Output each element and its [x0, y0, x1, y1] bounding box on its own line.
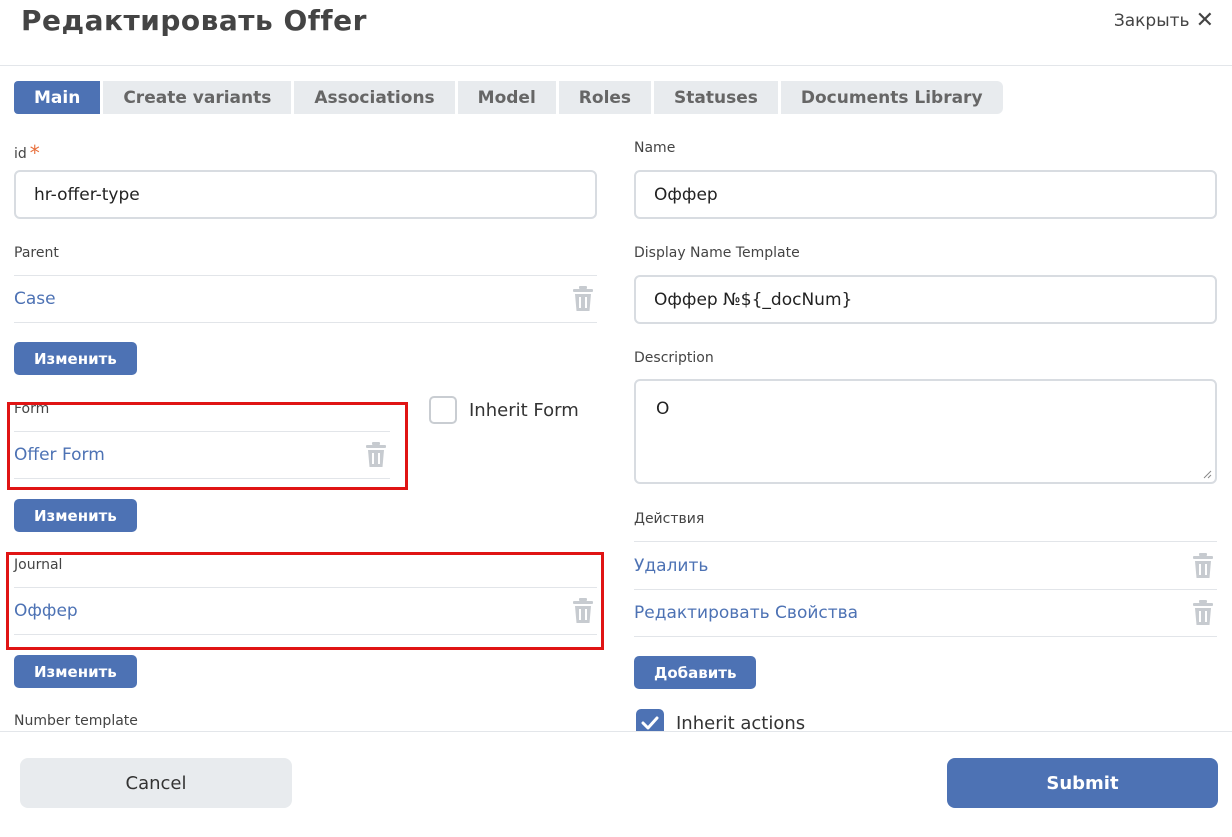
display-name-template-label: Display Name Template — [634, 245, 800, 261]
tab-main[interactable]: Main — [14, 81, 101, 114]
tab-statuses[interactable]: Statuses — [654, 81, 778, 114]
add-action-button[interactable]: Добавить — [634, 656, 757, 689]
trash-icon[interactable] — [1192, 552, 1214, 579]
inherit-form-box[interactable] — [429, 396, 457, 424]
close-icon[interactable]: ✕ — [1196, 10, 1214, 32]
tab-documents-library[interactable]: Documents Library — [780, 81, 1003, 114]
name-input[interactable]: Оффер — [634, 170, 1217, 219]
description-text: О — [656, 399, 670, 419]
form-highlight-box — [7, 402, 408, 490]
action-delete-link[interactable]: Удалить — [634, 556, 708, 576]
form-change-button[interactable]: Изменить — [14, 499, 137, 532]
tab-bar: Main Create variants Associations Model … — [14, 81, 1003, 114]
display-name-template-input[interactable]: Оффер №${_docNum} — [634, 275, 1217, 324]
parent-link[interactable]: Case — [14, 289, 56, 309]
tab-model[interactable]: Model — [457, 81, 556, 114]
parent-row: Case — [14, 275, 597, 323]
number-template-label: Number template — [14, 713, 138, 729]
page-title: Редактировать Offer — [21, 4, 367, 37]
parent-change-button[interactable]: Изменить — [14, 342, 137, 375]
trash-icon[interactable] — [1192, 600, 1214, 626]
id-input[interactable]: hr-offer-type — [14, 170, 597, 219]
tab-roles[interactable]: Roles — [558, 81, 652, 114]
modal-footer: Cancel Submit — [0, 731, 1232, 837]
action-edit-properties-link[interactable]: Редактировать Свойства — [634, 603, 858, 623]
id-label: id * — [14, 139, 40, 165]
tab-associations[interactable]: Associations — [294, 81, 455, 114]
action-row: Удалить — [634, 541, 1217, 589]
close-label: Закрыть — [1113, 11, 1190, 31]
checkmark-icon — [641, 716, 659, 730]
cancel-button[interactable]: Cancel — [20, 758, 292, 808]
description-textarea[interactable]: О — [634, 379, 1217, 484]
journal-change-button[interactable]: Изменить — [14, 655, 137, 688]
trash-icon[interactable] — [572, 286, 594, 312]
close-button[interactable]: Закрыть ✕ — [1114, 10, 1214, 32]
tab-create-variants[interactable]: Create variants — [103, 81, 292, 114]
inherit-form-checkbox[interactable]: Inherit Form — [429, 396, 579, 424]
submit-button[interactable]: Submit — [947, 758, 1218, 808]
parent-label: Parent — [14, 245, 59, 261]
actions-label: Действия — [634, 511, 705, 527]
name-label: Name — [634, 140, 676, 156]
required-mark: * — [29, 141, 40, 165]
journal-highlight-box — [6, 552, 604, 650]
modal-header: Редактировать Offer Закрыть ✕ — [0, 0, 1232, 66]
resize-handle-icon[interactable] — [1202, 469, 1212, 479]
action-row: Редактировать Свойства — [634, 589, 1217, 637]
description-label: Description — [634, 350, 714, 366]
inherit-form-label: Inherit Form — [469, 399, 579, 421]
id-label-text: id — [14, 146, 27, 162]
